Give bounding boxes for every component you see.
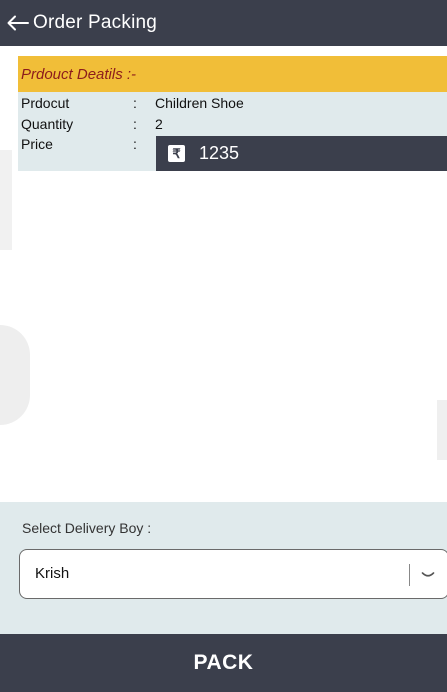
- product-name-label: Prdocut: [21, 95, 70, 111]
- price-value-box: ₹ 1235: [156, 136, 447, 171]
- product-name-value: Children Shoe: [155, 95, 244, 111]
- product-details-header: Prdouct Deatils :-: [18, 56, 447, 92]
- page-title: Order Packing: [33, 12, 158, 33]
- back-button[interactable]: [3, 0, 33, 46]
- delivery-boy-select[interactable]: Krish: [19, 549, 447, 599]
- separator-colon: :: [133, 136, 137, 152]
- delivery-section: Select Delivery Boy : Krish: [0, 502, 447, 634]
- separator-colon: :: [133, 95, 137, 111]
- price-label: Price: [21, 136, 53, 152]
- app-header: Order Packing: [0, 0, 447, 46]
- separator-colon: :: [133, 116, 137, 132]
- select-divider: [409, 564, 410, 586]
- watermark-shape: [437, 400, 447, 460]
- rupee-icon: ₹: [168, 145, 185, 162]
- pack-button[interactable]: PACK: [0, 634, 447, 692]
- watermark-shape: [0, 325, 30, 425]
- price-value: 1235: [199, 143, 240, 163]
- delivery-boy-label: Select Delivery Boy :: [22, 520, 152, 536]
- product-details-heading: Prdouct Deatils :-: [21, 65, 137, 83]
- arrow-left-icon: [7, 15, 29, 31]
- chevron-down-icon[interactable]: [417, 564, 439, 586]
- delivery-boy-selected-value: Krish: [35, 565, 70, 582]
- watermark-shape: [0, 150, 12, 250]
- product-details-card: Prdouct Deatils :- Prdocut : Children Sh…: [18, 56, 447, 171]
- quantity-label: Quantity: [21, 116, 74, 132]
- quantity-value: 2: [155, 116, 163, 132]
